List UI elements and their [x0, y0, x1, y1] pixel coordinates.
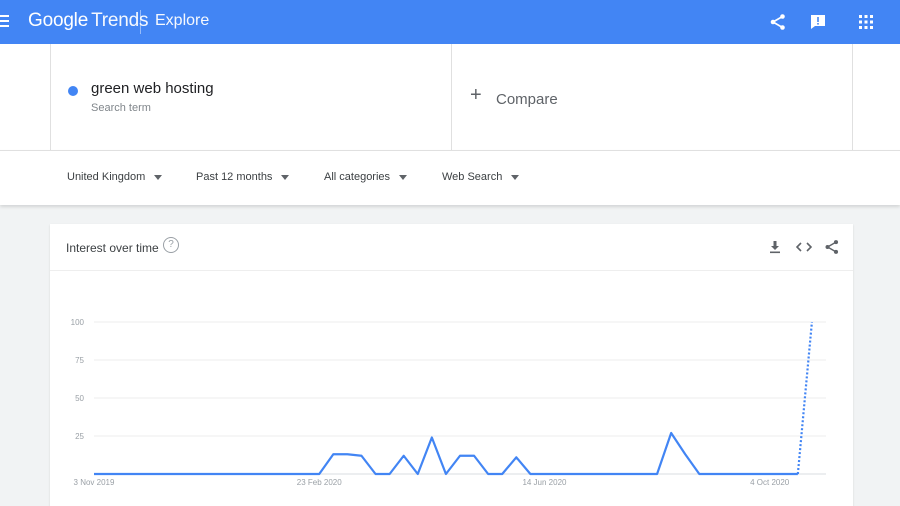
region-dropdown[interactable]: United Kingdom [67, 171, 163, 183]
apps-icon[interactable] [853, 9, 879, 35]
chevron-down-icon [281, 174, 290, 180]
logo-google-text: Google [28, 10, 89, 31]
menu-icon[interactable] [0, 12, 10, 30]
search-type-label: Web Search [442, 171, 503, 183]
chevron-down-icon [511, 174, 520, 180]
y-tick-label: 100 [71, 318, 85, 327]
x-tick-label: 4 Oct 2020 [750, 478, 790, 487]
x-tick-label: 3 Nov 2019 [74, 478, 115, 487]
search-term-card[interactable]: green web hosting Search term [50, 44, 452, 150]
top-app-bar: Google Trends Explore [0, 0, 900, 44]
search-terms-panel: green web hosting Search term + Compare [0, 44, 900, 150]
chevron-down-icon [154, 174, 163, 180]
share-icon[interactable] [765, 9, 791, 35]
region-label: United Kingdom [67, 171, 146, 183]
filter-bar: United Kingdom Past 12 months All catego… [0, 150, 900, 205]
y-tick-label: 25 [75, 432, 84, 441]
interest-line-chart: 100 75 50 25 3 Nov 2019 23 Feb 2020 14 Jun 202… [71, 318, 826, 487]
search-term-subtitle: Search term [91, 102, 151, 114]
interest-over-time-card: Interest over time ? 100 75 50 25 3 Nov 2019… [50, 224, 853, 506]
y-tick-label: 75 [75, 356, 84, 365]
category-dropdown[interactable]: All categories [324, 171, 408, 183]
chevron-down-icon [399, 174, 408, 180]
plus-icon[interactable]: + [470, 85, 482, 105]
header-divider [140, 10, 141, 34]
category-label: All categories [324, 171, 391, 183]
series-line [94, 431, 798, 476]
search-term-text[interactable]: green web hosting [91, 80, 214, 97]
term-color-dot [68, 86, 78, 96]
google-trends-logo[interactable]: Google Trends [28, 10, 149, 32]
compare-label[interactable]: Compare [496, 91, 558, 108]
time-range-dropdown[interactable]: Past 12 months [196, 171, 290, 183]
x-tick-label: 23 Feb 2020 [297, 478, 342, 487]
feedback-icon[interactable] [805, 9, 831, 35]
search-type-dropdown[interactable]: Web Search [442, 171, 520, 183]
x-tick-label: 14 Jun 2020 [522, 478, 567, 487]
time-range-label: Past 12 months [196, 171, 273, 183]
compare-card[interactable]: + Compare [452, 44, 853, 150]
y-tick-label: 50 [75, 394, 84, 403]
explore-title: Explore [155, 12, 210, 29]
